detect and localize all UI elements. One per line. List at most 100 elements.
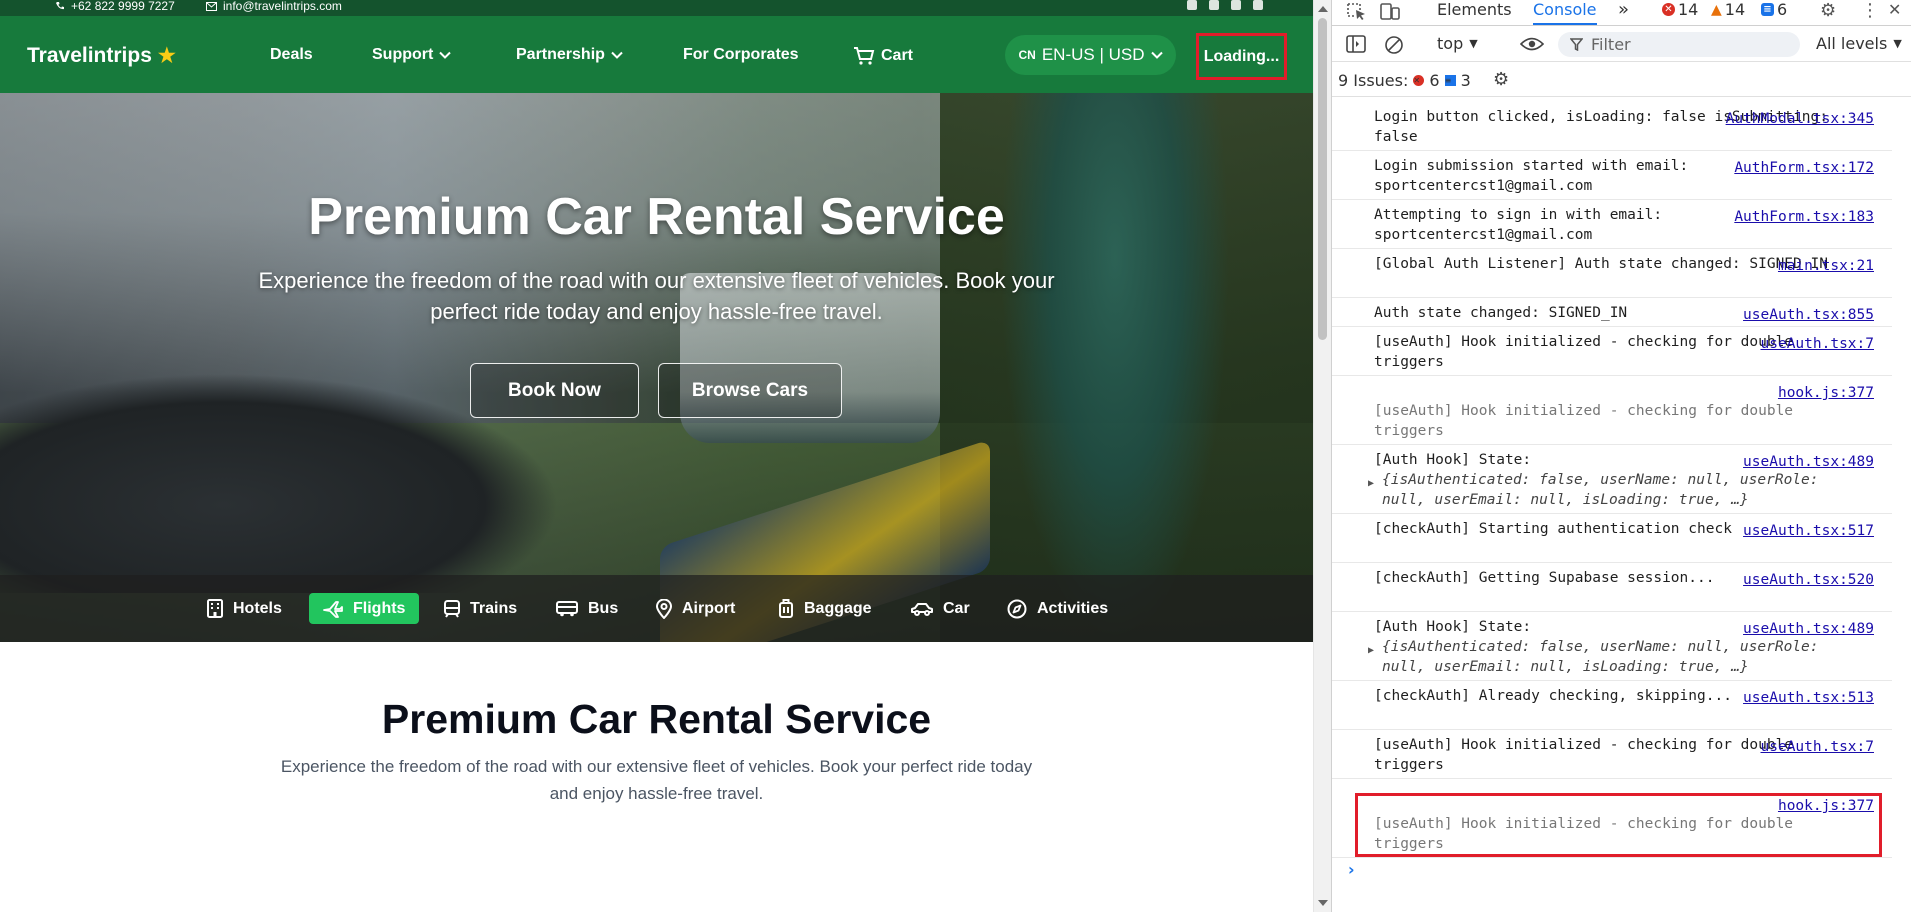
log-source-link[interactable]: useAuth.tsx:513 <box>1743 688 1874 708</box>
log-source-link[interactable]: useAuth.tsx:489 <box>1743 452 1874 472</box>
error-count-badge[interactable]: ✕ 14 <box>1662 0 1698 19</box>
language-currency-selector[interactable]: CN EN-US | USD <box>1005 35 1176 75</box>
close-icon[interactable]: ✕ <box>1888 0 1901 19</box>
nav-support[interactable]: Support <box>372 46 452 64</box>
log-source-link[interactable]: hook.js:377 <box>1778 383 1874 403</box>
issues-settings-gear-icon[interactable]: ⚙ <box>1493 69 1509 90</box>
log-text: [useAuth] Hook initialized - checking fo… <box>1374 334 1794 370</box>
category-hotels[interactable]: Hotels <box>207 593 282 624</box>
nav-deals-label: Deals <box>270 46 313 63</box>
car-icon <box>911 602 933 616</box>
tab-console[interactable]: Console <box>1533 0 1597 25</box>
twitter-icon[interactable] <box>1209 0 1219 10</box>
scrollbar-thumb[interactable] <box>1318 18 1327 340</box>
log-levels-dropdown[interactable]: All levels ▼ <box>1816 34 1902 53</box>
luggage-icon <box>779 598 793 618</box>
nav-partnership[interactable]: Partnership <box>516 46 623 64</box>
category-activities-label: Activities <box>1037 599 1109 617</box>
nav-for-corporates[interactable]: For Corporates <box>683 46 799 64</box>
clear-console-icon[interactable] <box>1384 35 1404 55</box>
issues-info-count: 3 <box>1460 71 1471 90</box>
map-pin-icon <box>656 598 672 619</box>
book-now-button[interactable]: Book Now <box>470 363 639 418</box>
log-source-link[interactable]: useAuth.tsx:7 <box>1761 334 1875 354</box>
console-message: [useAuth] Hook initialized - checking fo… <box>1332 735 1892 779</box>
brand-logo[interactable]: Travelintrips ★ <box>27 43 176 68</box>
category-activities[interactable]: Activities <box>1007 593 1108 624</box>
category-trains[interactable]: Trains <box>444 593 517 624</box>
log-object-preview[interactable]: {isAuthenticated: false, userName: null,… <box>1382 639 1819 675</box>
plane-icon <box>323 600 343 618</box>
browse-cars-label: Browse Cars <box>691 379 809 401</box>
page-scrollbar[interactable] <box>1313 0 1331 912</box>
log-source-link[interactable]: AuthForm.tsx:183 <box>1734 207 1874 227</box>
website-viewport: +62 822 9999 7227 info@travelintrips.com… <box>0 0 1313 912</box>
top-contact-bar: +62 822 9999 7227 info@travelintrips.com <box>0 0 1313 16</box>
devtools-panel: Elements Console » ✕ 14 ▲ 14 ≡ 6 ⚙ ⋮ ✕ t <box>1331 0 1911 912</box>
nav-cart[interactable]: Cart <box>853 46 913 66</box>
more-tabs-button[interactable]: » <box>1618 0 1629 25</box>
inspect-element-icon[interactable] <box>1346 2 1368 22</box>
browse-cars-button[interactable]: Browse Cars <box>658 363 842 418</box>
console-toolbar: top ▼ Filter All levels ▼ <box>1332 27 1911 62</box>
log-object-preview[interactable]: {isAuthenticated: false, userName: null,… <box>1382 472 1819 508</box>
category-flights[interactable]: Flights <box>309 593 420 624</box>
expand-triangle-icon[interactable]: ▶ <box>1368 641 1374 661</box>
info-count-badge[interactable]: ≡ 6 <box>1761 0 1787 19</box>
devtools-tab-bar: Elements Console » ✕ 14 ▲ 14 ≡ 6 ⚙ ⋮ ✕ <box>1332 0 1911 26</box>
log-source-link[interactable]: AuthForm.tsx:172 <box>1734 158 1874 178</box>
settings-gear-icon[interactable]: ⚙ <box>1820 0 1836 21</box>
phone-contact[interactable]: +62 822 9999 7227 <box>55 0 175 12</box>
filter-placeholder: Filter <box>1591 35 1631 54</box>
category-baggage[interactable]: Baggage <box>778 593 872 624</box>
nav-deals[interactable]: Deals <box>270 46 313 64</box>
section-subtitle: Experience the freedom of the road with … <box>280 757 1033 803</box>
chevron-down-icon <box>611 51 623 59</box>
section-title: Premium Car Rental Service <box>381 696 932 742</box>
category-airport[interactable]: Airport <box>656 593 735 624</box>
category-bus[interactable]: Bus <box>556 593 618 624</box>
filter-icon <box>1570 38 1583 51</box>
console-message: [Global Auth Listener] Auth state change… <box>1332 254 1892 298</box>
log-source-link[interactable]: AuthModal.tsx:345 <box>1726 109 1874 129</box>
issues-error-count: 6 <box>1429 71 1440 90</box>
filter-input[interactable]: Filter <box>1558 32 1800 57</box>
sidebar-toggle-icon[interactable] <box>1346 35 1366 53</box>
eye-icon[interactable] <box>1520 36 1544 52</box>
language-flag-code: CN <box>1018 48 1036 62</box>
log-text: [Auth Hook] State: <box>1374 452 1532 468</box>
log-text: [Auth Hook] State: <box>1374 619 1532 635</box>
kebab-menu-icon[interactable]: ⋮ <box>1861 0 1879 21</box>
issues-bar[interactable]: 9 Issues: ✕ 6 ≡ 3 ⚙ <box>1332 63 1911 97</box>
auth-loading-button[interactable]: Loading... <box>1196 33 1287 80</box>
console-log-list: Login button clicked, isLoading: false i… <box>1332 97 1911 912</box>
scroll-up-icon[interactable] <box>1318 6 1328 12</box>
loading-label: Loading... <box>1203 47 1280 65</box>
scroll-down-icon[interactable] <box>1318 900 1328 906</box>
tab-elements-label: Elements <box>1437 0 1512 19</box>
train-icon <box>444 599 460 618</box>
log-source-link[interactable]: useAuth.tsx:489 <box>1743 619 1874 639</box>
youtube-icon[interactable] <box>1253 0 1263 10</box>
log-source-link[interactable]: useAuth.tsx:520 <box>1743 570 1874 590</box>
highlight-annotation-box <box>1355 793 1882 857</box>
device-toolbar-icon[interactable] <box>1379 2 1401 22</box>
context-selector[interactable]: top ▼ <box>1437 34 1478 53</box>
nav-partnership-label: Partnership <box>516 46 605 63</box>
console-prompt-chevron-icon[interactable]: › <box>1348 860 1355 879</box>
tab-elements[interactable]: Elements <box>1437 0 1512 25</box>
console-message: Attempting to sign in with email: sportc… <box>1332 205 1892 249</box>
category-trains-label: Trains <box>470 599 518 617</box>
email-contact[interactable]: info@travelintrips.com <box>206 0 342 12</box>
log-source-link[interactable]: main.tsx:21 <box>1778 256 1874 276</box>
log-source-link[interactable]: useAuth.tsx:517 <box>1743 521 1874 541</box>
facebook-icon[interactable] <box>1187 0 1197 10</box>
instagram-icon[interactable] <box>1231 0 1241 10</box>
category-car[interactable]: Car <box>911 593 970 624</box>
log-source-link[interactable]: useAuth.tsx:7 <box>1761 737 1875 757</box>
log-text: [checkAuth] Getting Supabase session... <box>1374 570 1715 586</box>
expand-triangle-icon[interactable]: ▶ <box>1368 474 1374 494</box>
warning-count-badge[interactable]: ▲ 14 <box>1711 0 1745 19</box>
category-bus-label: Bus <box>588 599 619 617</box>
log-source-link[interactable]: useAuth.tsx:855 <box>1743 305 1874 325</box>
